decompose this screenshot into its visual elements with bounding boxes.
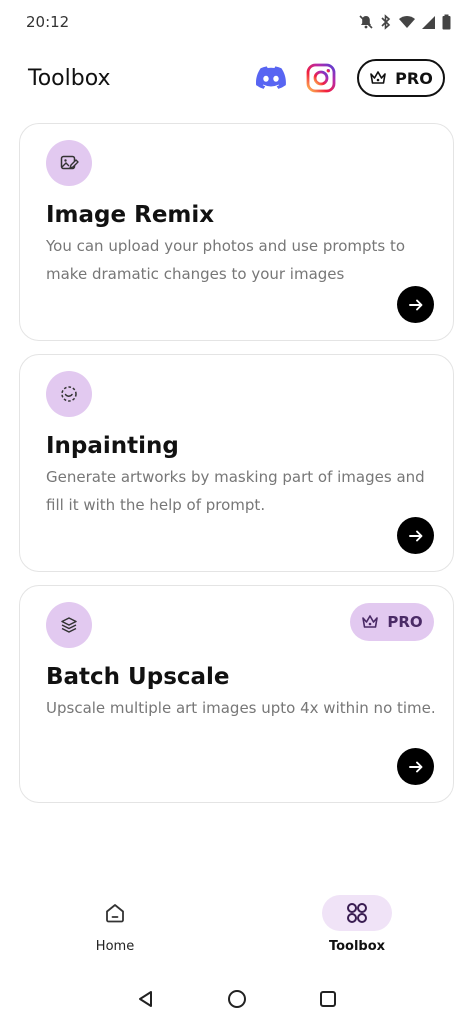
nav-item-toolbox[interactable]: Toolbox bbox=[297, 895, 417, 954]
arrow-right-icon bbox=[408, 761, 422, 772]
nav-item-home[interactable]: Home bbox=[55, 895, 175, 954]
status-time: 20:12 bbox=[26, 13, 70, 31]
image-edit-icon bbox=[60, 155, 79, 170]
card-icon-wrap bbox=[46, 140, 92, 186]
crown-icon bbox=[370, 71, 386, 84]
card-icon-wrap bbox=[46, 602, 92, 648]
app-header: Toolbox PRO bbox=[0, 56, 473, 100]
status-icons bbox=[358, 14, 451, 30]
status-bar: 20:12 bbox=[0, 0, 473, 44]
wifi-icon bbox=[399, 16, 415, 28]
image-remix-card[interactable]: Image Remix You can upload your photos a… bbox=[19, 123, 454, 341]
bottom-nav: Home Toolbox bbox=[0, 885, 473, 965]
back-icon bbox=[138, 991, 152, 1007]
battery-icon bbox=[442, 14, 451, 30]
discord-button[interactable] bbox=[255, 62, 287, 94]
page-title: Toolbox bbox=[28, 65, 111, 91]
circle-home-icon bbox=[227, 990, 246, 1008]
card-title: Inpainting bbox=[46, 433, 179, 459]
card-description: You can upload your photos and use promp… bbox=[46, 237, 406, 283]
arrow-right-icon bbox=[408, 530, 422, 541]
card-description: Generate artworks by masking part of ima… bbox=[46, 468, 425, 514]
card-title: Image Remix bbox=[46, 202, 215, 228]
pro-badge: PRO bbox=[350, 603, 434, 641]
recents-icon bbox=[319, 991, 336, 1007]
layers-icon bbox=[61, 617, 77, 633]
bluetooth-icon bbox=[381, 14, 391, 30]
home-icon bbox=[106, 904, 124, 923]
recents-button[interactable] bbox=[310, 981, 346, 1017]
nav-icon-wrap bbox=[80, 895, 150, 931]
discord-icon bbox=[256, 66, 286, 89]
nav-icon-wrap-active bbox=[322, 895, 392, 931]
card-description: Upscale multiple art images upto 4x with… bbox=[46, 699, 436, 717]
pro-button[interactable]: PRO bbox=[357, 59, 445, 97]
header-actions: PRO bbox=[255, 59, 445, 97]
instagram-button[interactable] bbox=[305, 62, 337, 94]
home-system-button[interactable] bbox=[219, 981, 255, 1017]
open-batch-upscale-button[interactable] bbox=[397, 748, 434, 785]
inpainting-card[interactable]: Inpainting Generate artworks by masking … bbox=[19, 354, 454, 572]
nav-label-home: Home bbox=[95, 939, 135, 954]
pro-label: PRO bbox=[395, 68, 433, 88]
system-nav-bar bbox=[0, 975, 473, 1023]
pro-badge-label: PRO bbox=[387, 613, 423, 631]
open-image-remix-button[interactable] bbox=[397, 286, 434, 323]
card-icon-wrap bbox=[46, 371, 92, 417]
crown-icon bbox=[362, 615, 379, 628]
card-title: Batch Upscale bbox=[46, 664, 230, 690]
open-inpainting-button[interactable] bbox=[397, 517, 434, 554]
batch-upscale-card[interactable]: PRO Batch Upscale Upscale multiple art i… bbox=[19, 585, 454, 803]
signal-icon bbox=[422, 16, 435, 29]
mask-icon bbox=[61, 386, 77, 402]
arrow-right-icon bbox=[408, 299, 422, 310]
nav-label-toolbox: Toolbox bbox=[328, 939, 386, 954]
instagram-icon bbox=[306, 63, 336, 93]
toolbox-icon bbox=[347, 903, 367, 923]
back-button[interactable] bbox=[128, 981, 164, 1017]
notifications-off-icon bbox=[359, 15, 373, 29]
